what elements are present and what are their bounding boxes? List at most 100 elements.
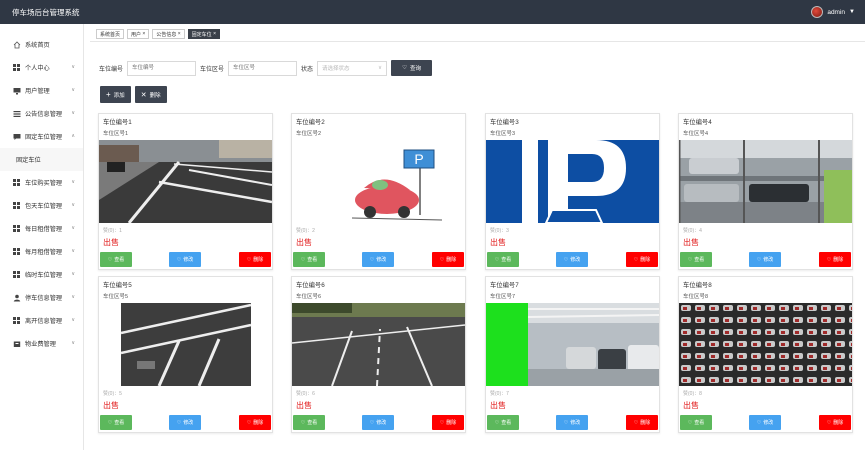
batch-delete-button[interactable]: ✕ 删除 bbox=[134, 86, 167, 103]
card-area: 车位区号3 bbox=[490, 131, 516, 137]
sidebar-item-home[interactable]: 系统首页 bbox=[0, 33, 83, 56]
street-parking-image[interactable] bbox=[99, 140, 272, 223]
heart-icon: ♡ bbox=[756, 256, 762, 263]
close-icon[interactable]: × bbox=[141, 31, 145, 37]
view-button[interactable]: ♡ 查看 bbox=[100, 252, 132, 267]
space-card[interactable]: 车位编号8 车位区号8 赞(0)：8 出售 ♡ 查看 ♡ 修改 ♡ 删除 bbox=[678, 276, 853, 433]
space-card[interactable]: 车位编号1 车位区号1 赞(0)：1 出售 ♡ 查看 ♡ 修改 ♡ 删除 bbox=[98, 113, 273, 270]
user-menu[interactable]: admin ▼ bbox=[811, 6, 855, 18]
avatar[interactable] bbox=[811, 6, 824, 18]
sidebar-item-label: 个人中心 bbox=[25, 65, 50, 72]
area-no-label: 车位区号 bbox=[200, 66, 225, 73]
tab-home[interactable]: 系统首页 bbox=[96, 29, 125, 39]
status-select[interactable]: 请选择状态 ∨ bbox=[317, 60, 388, 76]
space-card[interactable]: 车位编号7 车位区号7 赞(0)：7 出售 ♡ 查看 ♡ 修改 ♡ 删除 bbox=[485, 276, 660, 433]
area-no-input[interactable] bbox=[228, 60, 298, 76]
edit-button[interactable]: ♡ 修改 bbox=[749, 252, 781, 267]
tab-fixed-space[interactable]: 固定车位 × bbox=[187, 29, 220, 39]
outdoor-lot-image[interactable] bbox=[292, 303, 465, 386]
delete-button[interactable]: ♡ 删除 bbox=[239, 415, 271, 430]
sidebar-item-fixed-spaces[interactable]: 固定车位管理 ∧ bbox=[0, 125, 83, 148]
view-button[interactable]: ♡ 查看 bbox=[100, 415, 132, 430]
heart-icon: ♡ bbox=[107, 256, 113, 263]
sidebar-item-notices[interactable]: 公告信息管理 ∨ bbox=[0, 102, 83, 125]
sidebar-item-property-fee[interactable]: 物业费管理 ∨ bbox=[0, 332, 83, 355]
sidebar-item-label: 物业费管理 bbox=[25, 341, 56, 348]
view-button[interactable]: ♡ 查看 bbox=[680, 252, 712, 267]
delete-button[interactable]: ♡ 删除 bbox=[819, 252, 851, 267]
edit-button[interactable]: ♡ 修改 bbox=[749, 415, 781, 430]
delete-button[interactable]: ♡ 删除 bbox=[432, 252, 464, 267]
sidebar-item-daily-spaces[interactable]: 包天车位管理 ∨ bbox=[0, 194, 83, 217]
chat-icon bbox=[12, 132, 21, 141]
grid-icon bbox=[12, 178, 21, 187]
heart-icon: ♡ bbox=[300, 419, 306, 426]
delete-button[interactable]: ♡ 删除 bbox=[432, 415, 464, 430]
delete-button[interactable]: ♡ 删除 bbox=[819, 415, 851, 430]
sidebar-item-label: 包天车位管理 bbox=[25, 203, 63, 210]
card-title: 车位编号2 bbox=[296, 119, 325, 126]
sidebar-item-monthly-rent[interactable]: 每月租借管理 ∨ bbox=[0, 240, 83, 263]
view-button[interactable]: ♡ 查看 bbox=[680, 415, 712, 430]
query-button[interactable]: ♡ 查询 bbox=[391, 60, 433, 76]
sidebar-item-profile[interactable]: 个人中心 ∨ bbox=[0, 56, 83, 79]
caret-down-icon[interactable]: ▼ bbox=[849, 9, 855, 15]
tower-parking-image[interactable] bbox=[679, 303, 852, 386]
cartoon-car-image[interactable]: P bbox=[292, 140, 465, 223]
space-card[interactable]: 车位编号3 车位区号3 赞(0)：3 出售 ♡ 查看 ♡ 修改 ♡ 删除 bbox=[485, 113, 660, 270]
edit-button[interactable]: ♡ 修改 bbox=[556, 415, 588, 430]
chevron-down-icon: ∨ bbox=[71, 110, 75, 116]
parking-sign-image[interactable] bbox=[486, 140, 659, 223]
space-card[interactable]: 车位编号2 车位区号2 P 赞(0)：2 出售 ♡ 查看 ♡ 修改 ♡ 删除 bbox=[291, 113, 466, 270]
delete-button[interactable]: ♡ 删除 bbox=[239, 252, 271, 267]
chevron-down-icon: ∨ bbox=[71, 87, 75, 93]
card-area: 车位区号1 bbox=[103, 131, 129, 137]
sidebar-item-temp-spaces[interactable]: 临时车位管理 ∨ bbox=[0, 263, 83, 286]
heart-icon: ♡ bbox=[176, 256, 182, 263]
edit-button[interactable]: ♡ 修改 bbox=[556, 252, 588, 267]
sidebar-item-leave-info[interactable]: 离开信息管理 ∨ bbox=[0, 309, 83, 332]
space-card[interactable]: 车位编号4 车位区号4 赞(0)：4 出售 ♡ 查看 ♡ 修改 ♡ 删除 bbox=[678, 113, 853, 270]
add-button[interactable]: + 添加 bbox=[100, 86, 131, 103]
sidebar-item-label: 停车信息管理 bbox=[25, 295, 63, 302]
delete-button[interactable]: ♡ 删除 bbox=[626, 415, 658, 430]
like-count: 赞(0)：1 bbox=[103, 228, 122, 234]
edit-button[interactable]: ♡ 修改 bbox=[169, 252, 201, 267]
close-icon[interactable]: × bbox=[176, 31, 181, 37]
close-icon[interactable]: × bbox=[212, 31, 216, 37]
sidebar-item-purchase[interactable]: 车位购买管理 ∨ bbox=[0, 171, 83, 194]
tab-users[interactable]: 用户 × bbox=[127, 29, 150, 39]
view-button[interactable]: ♡ 查看 bbox=[487, 252, 519, 267]
space-no-input[interactable] bbox=[127, 60, 197, 76]
tab-notices[interactable]: 公告信息 × bbox=[152, 29, 185, 39]
chevron-down-icon: ∨ bbox=[71, 271, 75, 277]
card-area: 车位区号8 bbox=[683, 294, 709, 300]
sidebar-subitem-fixed-space[interactable]: 固定车位 bbox=[0, 148, 83, 171]
card-title: 车位编号3 bbox=[490, 119, 519, 126]
sidebar-item-users[interactable]: 用户管理 ∨ bbox=[0, 79, 83, 102]
edit-button[interactable]: ♡ 修改 bbox=[169, 415, 201, 430]
username[interactable]: admin bbox=[827, 9, 845, 16]
delete-button[interactable]: ♡ 删除 bbox=[626, 252, 658, 267]
view-button[interactable]: ♡ 查看 bbox=[487, 415, 519, 430]
svg-text:P: P bbox=[414, 151, 423, 167]
view-button[interactable]: ♡ 查看 bbox=[293, 252, 325, 267]
sale-status: 出售 bbox=[683, 238, 699, 247]
heart-icon: ♡ bbox=[439, 256, 445, 263]
heart-icon: ♡ bbox=[402, 65, 407, 71]
edit-button[interactable]: ♡ 修改 bbox=[362, 252, 394, 267]
space-card[interactable]: 车位编号5 车位区号5 赞(0)：5 出售 ♡ 查看 ♡ 修改 ♡ 删除 bbox=[98, 276, 273, 433]
sidebar-item-daily-rent[interactable]: 每日租借管理 ∨ bbox=[0, 217, 83, 240]
garage-image[interactable] bbox=[486, 303, 659, 386]
asphalt-lines-image[interactable] bbox=[99, 303, 272, 386]
edit-button[interactable]: ♡ 修改 bbox=[362, 415, 394, 430]
sidebar-item-parking-info[interactable]: 停车信息管理 ∨ bbox=[0, 286, 83, 309]
view-button[interactable]: ♡ 查看 bbox=[293, 415, 325, 430]
stacked-parking-image[interactable] bbox=[679, 140, 852, 223]
heart-icon: ♡ bbox=[826, 256, 832, 263]
sale-status: 出售 bbox=[103, 238, 119, 247]
like-count: 赞(0)：7 bbox=[490, 391, 509, 397]
heart-icon: ♡ bbox=[563, 419, 569, 426]
space-card[interactable]: 车位编号6 车位区号6 赞(0)：6 出售 ♡ 查看 ♡ 修改 ♡ 删除 bbox=[291, 276, 466, 433]
card-title: 车位编号8 bbox=[683, 282, 712, 289]
